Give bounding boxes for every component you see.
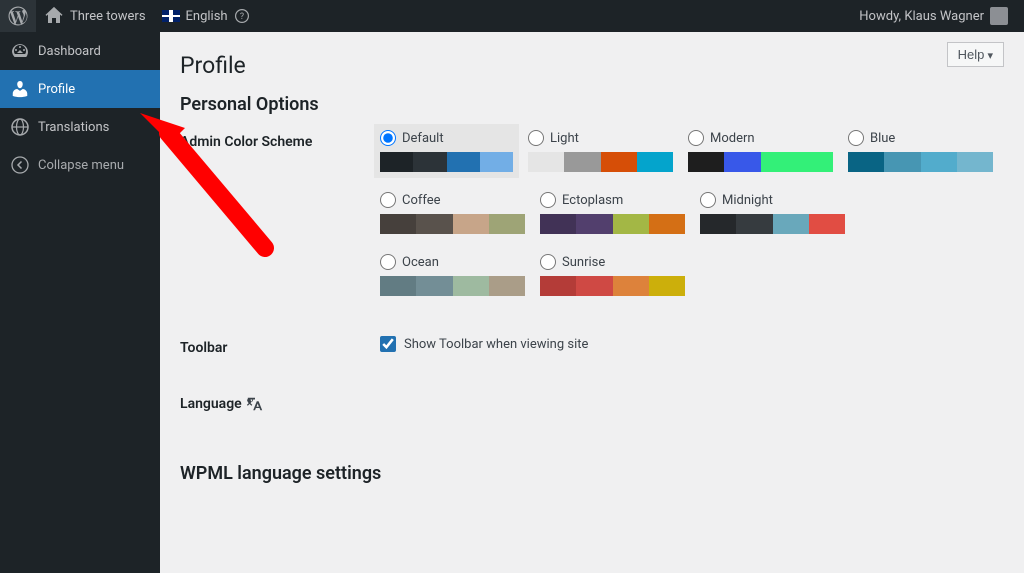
account-menu[interactable]: Howdy, Klaus Wagner [851, 0, 1016, 32]
help-button[interactable]: Help [947, 42, 1004, 67]
adminbar-left: Three towers English ? [0, 0, 258, 32]
color-scheme-option[interactable]: Light [528, 130, 673, 172]
adminbar-right: Howdy, Klaus Wagner [851, 0, 1016, 32]
scheme-label[interactable]: Default [380, 130, 513, 146]
scheme-name: Default [402, 131, 444, 146]
sidebar-item-label: Profile [38, 82, 75, 97]
section-heading-personal: Personal Options [180, 94, 1004, 115]
language-label: English [186, 9, 228, 24]
wordpress-logo-icon [8, 6, 28, 26]
scheme-radio[interactable] [848, 130, 864, 146]
color-scheme-option[interactable]: Ocean [380, 254, 525, 296]
toolbar-checkbox[interactable] [380, 336, 396, 352]
scheme-swatches [700, 214, 845, 234]
color-scheme-option[interactable]: Blue [848, 130, 993, 172]
language-menu[interactable]: English ? [154, 0, 258, 32]
scheme-label[interactable]: Ocean [380, 254, 525, 270]
scheme-name: Modern [710, 131, 755, 146]
translation-icon [10, 117, 30, 137]
scheme-radio[interactable] [380, 254, 396, 270]
scheme-radio[interactable] [700, 192, 716, 208]
collapse-menu[interactable]: Collapse menu [0, 146, 160, 184]
scheme-name: Blue [870, 131, 895, 146]
sidebar-item-profile[interactable]: Profile [0, 70, 160, 108]
color-scheme-option[interactable]: Sunrise [540, 254, 685, 296]
color-scheme-option[interactable]: Coffee [380, 192, 525, 234]
scheme-name: Ectoplasm [562, 193, 623, 208]
scheme-radio[interactable] [380, 130, 396, 146]
admin-toolbar: Three towers English ? Howdy, Klaus Wagn… [0, 0, 1024, 32]
label-toolbar: Toolbar [180, 336, 380, 356]
page-title: Profile [180, 52, 1004, 79]
wordpress-logo-menu[interactable] [0, 0, 36, 32]
scheme-name: Midnight [722, 193, 773, 208]
scheme-radio[interactable] [540, 254, 556, 270]
dashboard-icon [10, 41, 30, 61]
scheme-name: Sunrise [562, 255, 605, 270]
color-scheme-option[interactable]: Ectoplasm [540, 192, 685, 234]
sidebar-item-translations[interactable]: Translations [0, 108, 160, 146]
scheme-radio[interactable] [528, 130, 544, 146]
site-name-menu[interactable]: Three towers [36, 0, 154, 32]
scheme-swatches [380, 152, 513, 172]
label-color-scheme: Admin Color Scheme [180, 130, 380, 150]
toolbar-checkbox-label[interactable]: Show Toolbar when viewing site [380, 336, 1004, 352]
row-color-scheme: Admin Color Scheme Default Light Modern Blu… [180, 130, 1004, 296]
avatar-icon [990, 7, 1008, 25]
sidebar-item-dashboard[interactable]: Dashboard [0, 32, 160, 70]
sidebar-item-label: Translations [38, 120, 109, 135]
toolbar-checkbox-text: Show Toolbar when viewing site [404, 337, 588, 352]
help-circle-icon: ? [234, 8, 250, 24]
scheme-label[interactable]: Light [528, 130, 673, 146]
scheme-label[interactable]: Midnight [700, 192, 845, 208]
flag-uk-icon [162, 10, 180, 22]
home-icon [44, 6, 64, 26]
scheme-radio[interactable] [688, 130, 704, 146]
howdy-label: Howdy, Klaus Wagner [859, 9, 984, 24]
scheme-swatches [540, 214, 685, 234]
user-icon [10, 79, 30, 99]
scheme-label[interactable]: Modern [688, 130, 833, 146]
scheme-swatches [540, 276, 685, 296]
color-scheme-option[interactable]: Default [374, 124, 519, 178]
site-name-label: Three towers [70, 9, 146, 24]
scheme-swatches [848, 152, 993, 172]
admin-sidebar: Dashboard Profile Translations Collapse … [0, 32, 160, 573]
collapse-label: Collapse menu [38, 158, 124, 173]
color-scheme-option[interactable]: Midnight [700, 192, 845, 234]
scheme-label[interactable]: Blue [848, 130, 993, 146]
row-toolbar: Toolbar Show Toolbar when viewing site [180, 336, 1004, 356]
scheme-swatches [528, 152, 673, 172]
scheme-label[interactable]: Coffee [380, 192, 525, 208]
scheme-radio[interactable] [540, 192, 556, 208]
scheme-swatches [380, 276, 525, 296]
color-scheme-option[interactable]: Modern [688, 130, 833, 172]
scheme-name: Coffee [402, 193, 441, 208]
scheme-name: Light [550, 131, 579, 146]
scheme-name: Ocean [402, 255, 439, 270]
label-language: Language [180, 391, 380, 413]
translation-icon [246, 395, 264, 413]
content-area: Help Profile Personal Options Admin Colo… [160, 32, 1024, 573]
row-language: Language [180, 391, 1004, 413]
svg-text:?: ? [240, 12, 244, 22]
section-heading-wpml: WPML language settings [180, 463, 1004, 484]
scheme-swatches [380, 214, 525, 234]
scheme-label[interactable]: Ectoplasm [540, 192, 685, 208]
color-schemes-grid: Default Light Modern Blue Coffee Ectoplasm Mid… [380, 130, 1004, 296]
scheme-label[interactable]: Sunrise [540, 254, 685, 270]
scheme-swatches [688, 152, 833, 172]
collapse-icon [10, 155, 30, 175]
sidebar-item-label: Dashboard [38, 44, 101, 59]
scheme-radio[interactable] [380, 192, 396, 208]
